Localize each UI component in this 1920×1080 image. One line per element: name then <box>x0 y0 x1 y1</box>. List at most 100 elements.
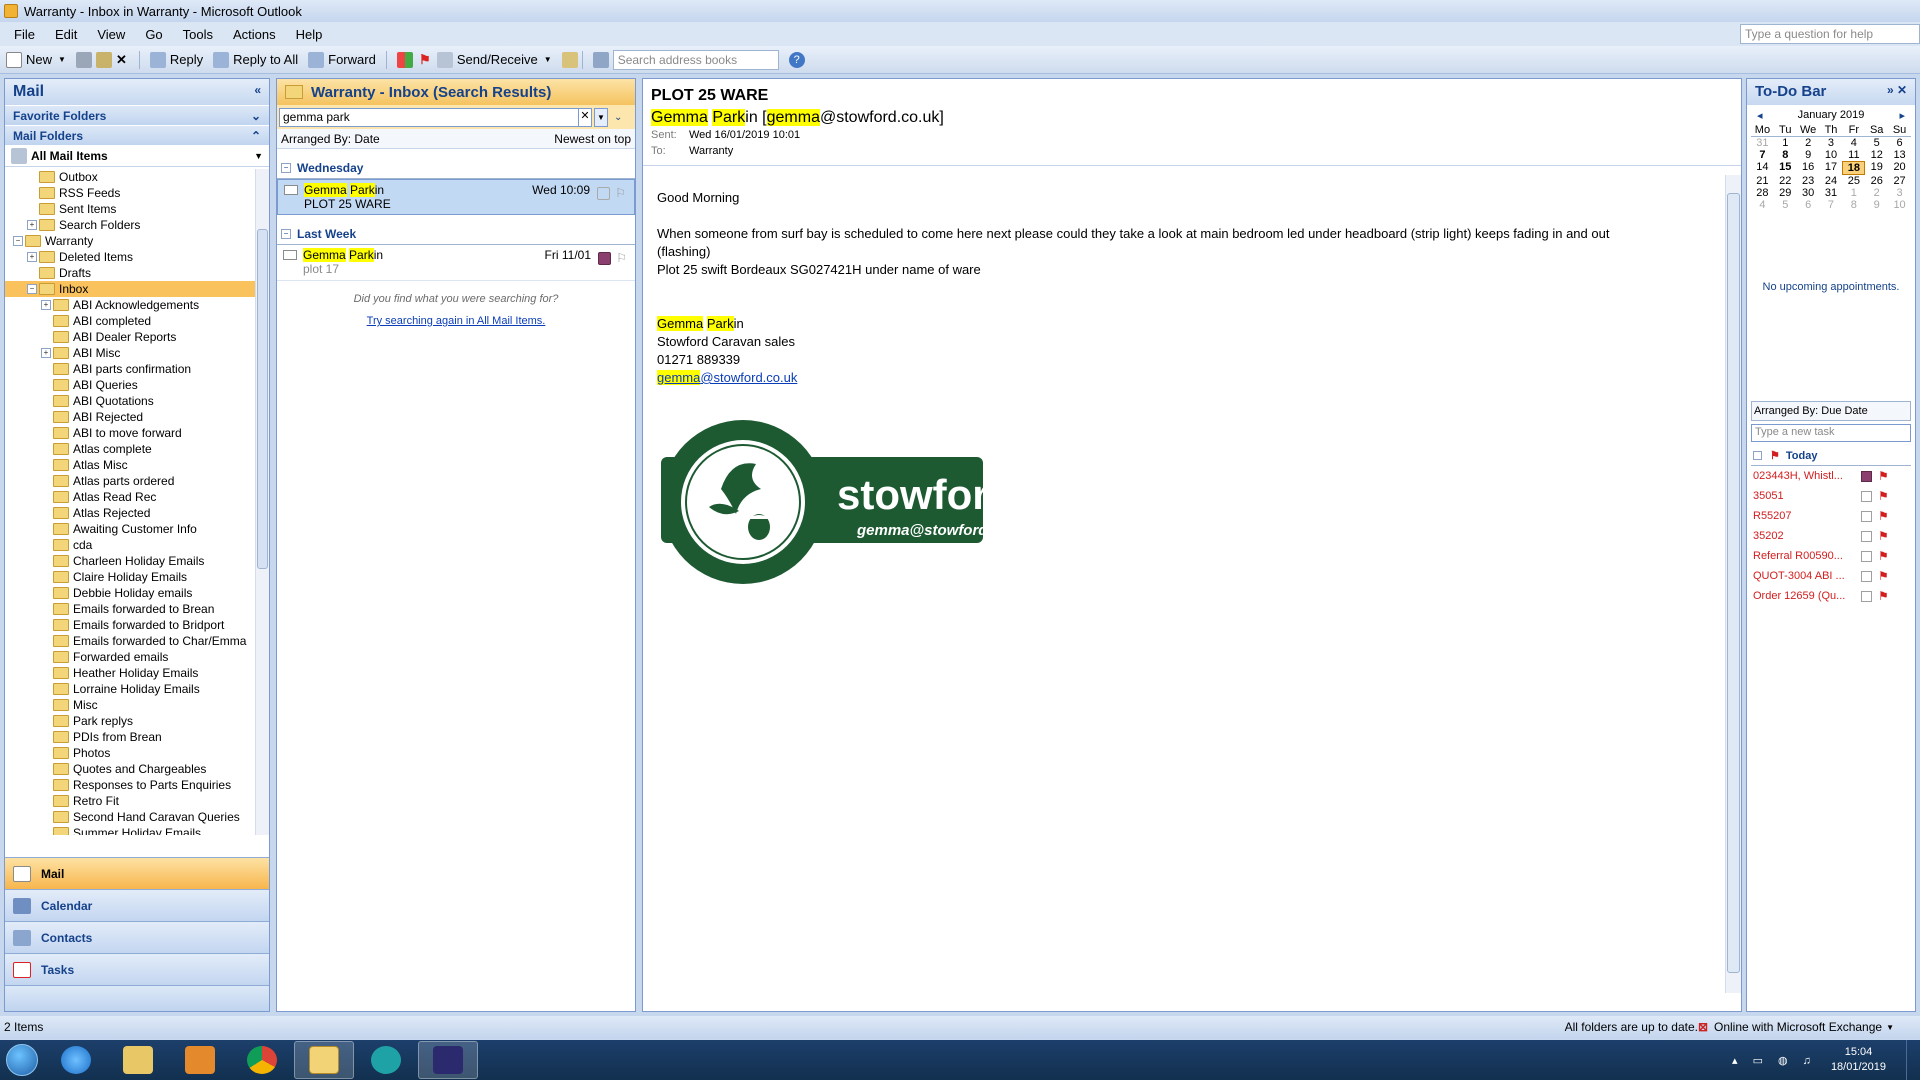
collapse-group-icon[interactable] <box>1753 451 1762 460</box>
search-folder-icon[interactable] <box>561 51 578 68</box>
reply-all-button[interactable]: Reply to All <box>213 51 298 68</box>
expand-folder-icon[interactable]: + <box>41 348 51 358</box>
menu-file[interactable]: File <box>14 27 35 42</box>
calendar-day[interactable]: 9 <box>1865 199 1888 211</box>
print-icon[interactable] <box>75 51 92 68</box>
folder-item[interactable]: ABI to move forward <box>5 425 255 441</box>
calendar-day[interactable]: 16 <box>1797 161 1820 175</box>
folder-item[interactable]: ABI Dealer Reports <box>5 329 255 345</box>
arrangement-bar[interactable]: Arranged By: Date Newest on top <box>277 129 635 149</box>
new-button[interactable]: New ▼ <box>6 51 66 68</box>
task-complete-checkbox[interactable] <box>1861 530 1872 542</box>
calendar-day[interactable]: 14 <box>1751 161 1774 175</box>
calendar-day[interactable]: 27 <box>1888 175 1911 187</box>
show-desktop-button[interactable] <box>1906 1040 1920 1080</box>
close-icon[interactable]: » ✕ <box>1887 83 1907 101</box>
nav-button-tasks[interactable]: Tasks <box>5 953 269 985</box>
calendar-day[interactable]: 11 <box>1842 149 1865 161</box>
folder-item[interactable]: Lorraine Holiday Emails <box>5 681 255 697</box>
menu-tools[interactable]: Tools <box>183 27 213 42</box>
task-item[interactable]: Order 12659 (Qu... ⚑ <box>1751 586 1911 606</box>
task-complete-checkbox[interactable] <box>1861 570 1872 582</box>
next-month-icon[interactable]: ▸ <box>1899 109 1905 122</box>
flag-icon[interactable]: ⚑ <box>1878 509 1889 523</box>
new-task-input[interactable]: Type a new task <box>1751 424 1911 442</box>
folder-item[interactable]: Retro Fit <box>5 793 255 809</box>
clock[interactable]: 15:04 18/01/2019 <box>1831 1045 1886 1075</box>
calendar-day[interactable]: 3 <box>1888 187 1911 199</box>
calendar-day[interactable]: 1 <box>1842 187 1865 199</box>
folder-item[interactable]: + ABI Acknowledgements <box>5 297 255 313</box>
task-item[interactable]: 35202 ⚑ <box>1751 526 1911 546</box>
clear-search-icon[interactable]: ✕ <box>578 107 592 127</box>
calendar-day[interactable]: 10 <box>1888 199 1911 211</box>
calendar-day[interactable]: 2 <box>1797 137 1820 149</box>
collapse-pane-icon[interactable]: « <box>254 83 261 101</box>
expand-folder-icon[interactable]: + <box>27 220 37 230</box>
folder-item[interactable]: Charleen Holiday Emails <box>5 553 255 569</box>
calendar-day[interactable]: 1 <box>1774 137 1797 149</box>
calendar-day[interactable]: 4 <box>1751 199 1774 211</box>
calendar-day[interactable]: 26 <box>1865 175 1888 187</box>
task-group-today[interactable]: ⚑ Today <box>1751 446 1911 466</box>
menu-edit[interactable]: Edit <box>55 27 77 42</box>
flag-icon[interactable]: ⚑ <box>1878 469 1889 483</box>
address-book-search-input[interactable]: Search address books <box>612 49 779 70</box>
calendar-day[interactable]: 12 <box>1865 149 1888 161</box>
calendar-day[interactable]: 8 <box>1842 199 1865 211</box>
folder-item[interactable]: − Inbox <box>5 281 255 297</box>
calendar-day[interactable]: 6 <box>1888 137 1911 149</box>
folder-item[interactable]: Second Hand Caravan Queries <box>5 809 255 825</box>
folder-item[interactable]: Emails forwarded to Bridport <box>5 617 255 633</box>
calendar-day[interactable]: 10 <box>1820 149 1843 161</box>
expand-query-icon[interactable]: ⌄ <box>614 112 622 123</box>
message-row[interactable]: Gemma Parkin plot 17 Fri 11/01 ⚐ <box>277 245 635 281</box>
calendar-day[interactable]: 31 <box>1751 137 1774 149</box>
calendar-day[interactable]: 19 <box>1865 161 1888 175</box>
calendar-day[interactable]: 7 <box>1820 199 1843 211</box>
folder-tree-scrollbar[interactable] <box>255 169 269 835</box>
arranged-by-label[interactable]: Arranged By: Date <box>281 132 380 146</box>
folder-item[interactable]: Park replys <box>5 713 255 729</box>
folder-item[interactable]: Claire Holiday Emails <box>5 569 255 585</box>
folder-item[interactable]: + ABI Misc <box>5 345 255 361</box>
collapse-group-icon[interactable]: − <box>281 162 291 173</box>
folder-item[interactable]: Awaiting Customer Info <box>5 521 255 537</box>
categorize-icon[interactable] <box>396 51 413 68</box>
tray-icons[interactable]: ▴ ▭ ◍ ♫ <box>1732 1054 1817 1067</box>
folder-item[interactable]: Photos <box>5 745 255 761</box>
flag-icon[interactable]: ⚑ <box>1878 589 1889 603</box>
flag-icon[interactable]: ⚑ <box>1878 549 1889 563</box>
folder-item[interactable]: ABI completed <box>5 313 255 329</box>
nav-button-calendar[interactable]: Calendar <box>5 889 269 921</box>
signature-email-link[interactable]: gemma@stowford.co.uk <box>657 369 1717 387</box>
reading-pane-scrollbar[interactable] <box>1725 175 1741 993</box>
send-receive-button[interactable]: Send/Receive ▼ <box>436 51 552 68</box>
mail-folders-header[interactable]: Mail Folders ⌃ <box>5 125 269 145</box>
folder-item[interactable]: Outbox <box>5 169 255 185</box>
scrollbar-thumb[interactable] <box>1727 193 1740 973</box>
task-arranged-by[interactable]: Arranged By: Due Date <box>1751 401 1911 421</box>
folder-item[interactable]: Summer Holiday Emails <box>5 825 255 835</box>
calendar-day[interactable]: 24 <box>1820 175 1843 187</box>
calendar-day[interactable]: 6 <box>1797 199 1820 211</box>
folder-item[interactable]: ABI Queries <box>5 377 255 393</box>
calendar-day[interactable]: 17 <box>1820 161 1843 175</box>
task-complete-checkbox[interactable] <box>1861 490 1872 502</box>
email-from[interactable]: Gemma Parkin [gemma@stowford.co.uk] <box>643 105 1741 127</box>
calendar-day[interactable]: 29 <box>1774 187 1797 199</box>
search-options-dropdown[interactable]: ▼ <box>594 107 608 127</box>
calendar-day[interactable]: 3 <box>1820 137 1843 149</box>
help-icon[interactable]: ? <box>788 51 805 68</box>
favorite-folders-header[interactable]: Favorite Folders ⌄ <box>5 105 269 125</box>
calendar-day[interactable]: 20 <box>1888 161 1911 175</box>
calendar-day[interactable]: 18 <box>1842 161 1866 175</box>
connection-status[interactable]: ⊠ Online with Microsoft Exchange ▼ <box>1698 1020 1894 1034</box>
calendar-day[interactable]: 23 <box>1797 175 1820 187</box>
group-header-last-week[interactable]: − Last Week <box>277 223 635 245</box>
address-book-icon[interactable] <box>592 51 609 68</box>
flag-icon[interactable]: ⚐ <box>615 186 626 200</box>
calendar-day[interactable]: 5 <box>1774 199 1797 211</box>
nav-button-contacts[interactable]: Contacts <box>5 921 269 953</box>
flag-icon[interactable]: ⚑ <box>1878 529 1889 543</box>
